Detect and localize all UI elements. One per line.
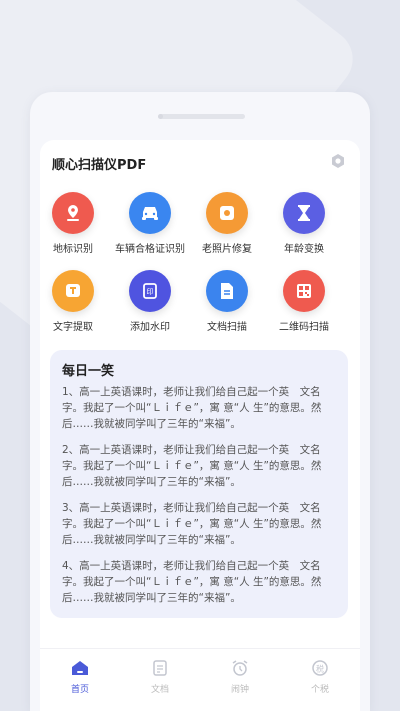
feature-qrcode-scan[interactable]: 二维码扫描 (264, 270, 344, 333)
joke-item: 1、高一上英语课时，老师让我们给自己起一个英 文名 字。我起了一个叫“Ｌｉｆｅ”… (62, 386, 322, 430)
tab-documents[interactable]: 文档 (130, 657, 190, 695)
feature-label: 年龄变换 (284, 244, 324, 255)
joke-item: 4、高一上英语课时，老师让我们给自己起一个英 文名 字。我起了一个叫“Ｌｉｆｅ”… (62, 560, 322, 604)
car-icon (129, 192, 171, 234)
feature-document-scan[interactable]: 文档扫描 (187, 270, 267, 333)
bottom-tab-bar: 首页 文档 闹钟 税 个税 (40, 648, 360, 711)
tab-alarm[interactable]: 闹钟 (210, 657, 270, 695)
tab-label: 闹钟 (230, 685, 249, 695)
hourglass-icon (283, 192, 325, 234)
tax-icon: 税 (309, 657, 331, 679)
text-icon (52, 270, 94, 312)
phone-frame: 顺心扫描仪PDF 地标识别 车辆合格证识别 老照片修复 年龄变换 文字提取 印 … (30, 92, 370, 711)
feature-label: 添加水印 (130, 322, 170, 333)
daily-joke-card: 每日一笑 1、高一上英语课时，老师让我们给自己起一个英 文名 字。我起了一个叫“… (50, 350, 348, 618)
feature-label: 老照片修复 (202, 244, 252, 255)
tab-tax[interactable]: 税 个税 (290, 657, 350, 695)
alarm-icon (229, 657, 251, 679)
feature-label: 文档扫描 (207, 322, 247, 333)
feature-label: 地标识别 (53, 244, 93, 255)
speaker-grille (158, 114, 245, 119)
document-icon (206, 270, 248, 312)
photo-icon (206, 192, 248, 234)
settings-icon[interactable] (329, 152, 347, 170)
app-screen: 顺心扫描仪PDF 地标识别 车辆合格证识别 老照片修复 年龄变换 文字提取 印 … (40, 140, 360, 711)
tab-label: 首页 (70, 685, 89, 695)
svg-text:印: 印 (147, 288, 154, 296)
qrcode-icon (283, 270, 325, 312)
tab-label: 个税 (310, 685, 329, 695)
home-icon (69, 657, 91, 679)
feature-car-certificate[interactable]: 车辆合格证识别 (110, 192, 190, 255)
tab-label: 文档 (150, 685, 169, 695)
feature-label: 文字提取 (53, 322, 93, 333)
feature-landmark[interactable]: 地标识别 (33, 192, 113, 255)
joke-item: 2、高一上英语课时，老师让我们给自己起一个英 文名 字。我起了一个叫“Ｌｉｆｅ”… (62, 444, 322, 488)
feature-photo-repair[interactable]: 老照片修复 (187, 192, 267, 255)
feature-age-transform[interactable]: 年龄变换 (264, 192, 344, 255)
docs-icon (149, 657, 171, 679)
joke-item: 3、高一上英语课时，老师让我们给自己起一个英 文名 字。我起了一个叫“Ｌｉｆｅ”… (62, 502, 322, 546)
joke-card-title: 每日一笑 (62, 364, 115, 379)
app-title: 顺心扫描仪PDF (52, 158, 147, 173)
watermark-icon: 印 (129, 270, 171, 312)
svg-text:税: 税 (316, 664, 324, 674)
feature-label: 车辆合格证识别 (115, 244, 185, 255)
tab-home[interactable]: 首页 (50, 657, 110, 695)
feature-text-extract[interactable]: 文字提取 (33, 270, 113, 333)
landmark-icon (52, 192, 94, 234)
camera-dot (158, 114, 163, 119)
feature-watermark[interactable]: 印 添加水印 (110, 270, 190, 333)
feature-label: 二维码扫描 (279, 322, 329, 333)
